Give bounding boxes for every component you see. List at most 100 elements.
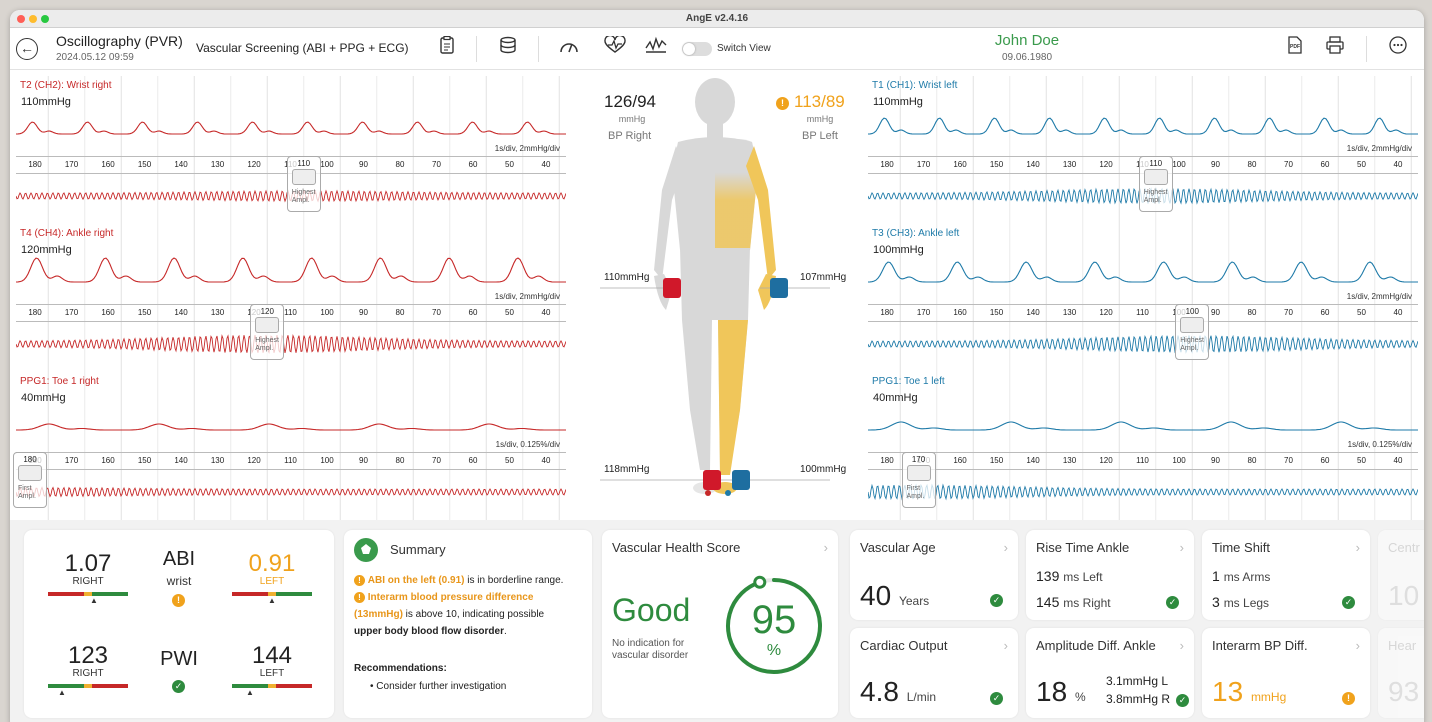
central-card-partial[interactable]: Centr 10 — [1378, 530, 1424, 620]
more-icon[interactable] — [1385, 36, 1411, 62]
tick-label: 50 — [1357, 160, 1366, 169]
pulse-waveform-line — [868, 261, 1418, 283]
marker-value: 100 — [1185, 307, 1199, 316]
tick-label: 130 — [210, 456, 225, 465]
check-icon: ✓ — [1176, 694, 1189, 707]
pressure-ticks: 180170160150140130120110100908070605040 — [16, 304, 566, 322]
toggle-knob — [683, 43, 695, 55]
tick-label: 180 — [880, 456, 894, 465]
channel-label: PPG1: Toe 1 right — [20, 376, 99, 387]
vascular-age-value: 40 Years — [860, 580, 929, 612]
abi-pwi-card[interactable]: 1.07 RIGHT ▲ ABI wrist ! 0.91 LEFT ▲ 123… — [24, 530, 334, 718]
bp-left-label: BP Left — [802, 130, 838, 142]
chevron-right-icon: › — [1355, 540, 1360, 555]
wrist-right-cuff[interactable] — [663, 278, 681, 298]
amplitude-marker[interactable]: 110 Highest Ampl. — [1138, 156, 1173, 212]
ankle-right-cuff[interactable] — [703, 470, 721, 490]
scale-label: 1s/div, 0.125%/div — [495, 440, 560, 449]
tick-label: 140 — [174, 456, 188, 465]
time-shift-legs-value: 3 — [1212, 594, 1220, 610]
time-shift-title: Time Shift — [1212, 540, 1271, 555]
back-icon[interactable]: ← — [16, 38, 38, 60]
amplitude-marker[interactable]: 110 Highest Ampl. — [286, 156, 321, 212]
check-icon: ✓ — [990, 692, 1003, 705]
vhs-description: No indication for vascular disorder — [612, 638, 689, 661]
body-diagram: 126/94 mmHg BP Right ! 113/89 mmHg BP Le… — [580, 70, 850, 520]
summary-card[interactable]: Summary ! ABI on the left (0.91) is in b… — [344, 530, 592, 718]
print-icon[interactable] — [1322, 36, 1348, 62]
cardiac-output-card[interactable]: Cardiac Output › 4.8 L/min ✓ — [850, 628, 1018, 718]
wrist-left-panel[interactable]: T1 (CH1): Wrist left 110mmHg 1s/div, 2mm… — [868, 76, 1418, 224]
abi-left-pointer: ▲ — [268, 596, 276, 605]
toe-left-panel[interactable]: PPG1: Toe 1 left 40mmHg 1s/div, 0.125%/d… — [868, 372, 1418, 520]
amplitude-marker[interactable]: 170 First Ampl. — [901, 452, 936, 508]
ankle-right-panel[interactable]: T4 (CH4): Ankle right 120mmHg 1s/div, 2m… — [16, 224, 566, 372]
tick-label: 80 — [395, 160, 405, 169]
toolbar-divider — [1366, 36, 1367, 62]
vascular-health-score-card[interactable]: Vascular Health Score › Good No indicati… — [602, 530, 838, 718]
abi-right-bar — [48, 592, 128, 596]
report-icon[interactable] — [434, 35, 460, 62]
patient-name[interactable]: John Doe — [950, 32, 1104, 49]
amplitude-marker[interactable]: 180 First Ampl. — [13, 452, 47, 508]
switch-view-toggle[interactable] — [682, 42, 712, 56]
time-shift-card[interactable]: Time Shift › 1 ms Arms 3 ms Legs ✓ — [1202, 530, 1370, 620]
bp-right-label: BP Right — [608, 130, 652, 142]
tick-label: 160 — [101, 160, 115, 169]
tick-label: 140 — [1026, 456, 1040, 465]
check-icon: ✓ — [1342, 596, 1355, 609]
pulse-waveform — [868, 117, 1418, 135]
pulse-waveform-line — [16, 257, 566, 283]
amplitude-marker[interactable]: 100 Highest Ampl. — [1175, 304, 1210, 360]
tick-label: 180 — [28, 308, 42, 317]
heart-card-title: Hear — [1388, 638, 1417, 653]
pwi-right-pointer: ▲ — [58, 688, 66, 697]
rise-time-left-unit: ms Left — [1063, 570, 1103, 584]
marker-box — [291, 169, 316, 185]
heartbeat-icon[interactable] — [602, 34, 628, 62]
tick-label: 160 — [101, 308, 115, 317]
tick-label: 40 — [541, 160, 551, 169]
waveform-icon[interactable] — [643, 36, 669, 62]
tick-label: 120 — [1099, 456, 1113, 465]
summary-title: Summary — [390, 542, 446, 557]
summary-abi-text: is in borderline range. — [464, 575, 564, 586]
vascular-age-card[interactable]: Vascular Age › 40 Years ✓ — [850, 530, 1018, 620]
ankle-left-pressure: 100mmHg — [800, 464, 847, 475]
wrist-right-panel[interactable]: T2 (CH2): Wrist right 110mmHg 1s/div, 2m… — [16, 76, 566, 224]
tick-label: 50 — [505, 456, 514, 465]
interarm-bp-diff-card[interactable]: Interarm BP Diff. › 13 mmHg ! — [1202, 628, 1370, 718]
pdf-icon[interactable]: PDF — [1282, 36, 1308, 62]
toolbar-divider — [538, 36, 539, 62]
heart-card-partial[interactable]: Hear 93 — [1378, 628, 1424, 718]
tick-label: 110 — [1136, 308, 1149, 317]
tick-label: 170 — [916, 308, 931, 317]
svg-text:PDF: PDF — [1290, 44, 1300, 50]
database-icon[interactable] — [495, 36, 521, 62]
amplitude-marker[interactable]: 120 Highest Ampl. — [250, 304, 285, 360]
gauge-icon[interactable] — [556, 36, 582, 62]
marker-box — [18, 465, 42, 481]
tick-label: 70 — [1284, 456, 1293, 465]
interarm-bp-diff-value: 13 mmHg — [1212, 676, 1286, 708]
ankle-left-cuff[interactable] — [732, 470, 750, 490]
toe-right-panel[interactable]: PPG1: Toe 1 right 40mmHg 1s/div, 0.125%/… — [13, 372, 566, 520]
marker-box — [1143, 169, 1168, 185]
cardiac-output-title: Cardiac Output — [860, 638, 948, 653]
channel-label: T3 (CH3): Ankle left — [872, 228, 960, 239]
amplitude-diff-card[interactable]: Amplitude Diff. Ankle › 18 % 3.1mmHg L 3… — [1026, 628, 1194, 718]
marker-label: Highest Ampl. — [1180, 337, 1204, 352]
exam-mode[interactable]: Vascular Screening (ABI + PPG + ECG) — [196, 41, 409, 55]
app-window: AngE v2.4.16 ← Oscillography (PVR) 2024.… — [10, 10, 1424, 722]
vhs-status: Good — [612, 592, 691, 628]
tick-label: 170 — [916, 160, 931, 169]
chevron-right-icon: › — [823, 540, 828, 555]
wrist-left-cuff[interactable] — [770, 278, 788, 298]
time-shift-arms-unit: ms Arms — [1223, 570, 1271, 584]
pwi-right-value: 123 — [67, 642, 109, 669]
rise-time-card[interactable]: Rise Time Ankle › 139 ms Left 145 ms Rig… — [1026, 530, 1194, 620]
warning-icon: ! — [354, 575, 365, 586]
bp-right-unit: mmHg — [618, 114, 646, 124]
ankle-left-panel[interactable]: T3 (CH3): Ankle left 100mmHg 1s/div, 2mm… — [868, 224, 1418, 372]
tick-label: 130 — [1062, 160, 1077, 169]
